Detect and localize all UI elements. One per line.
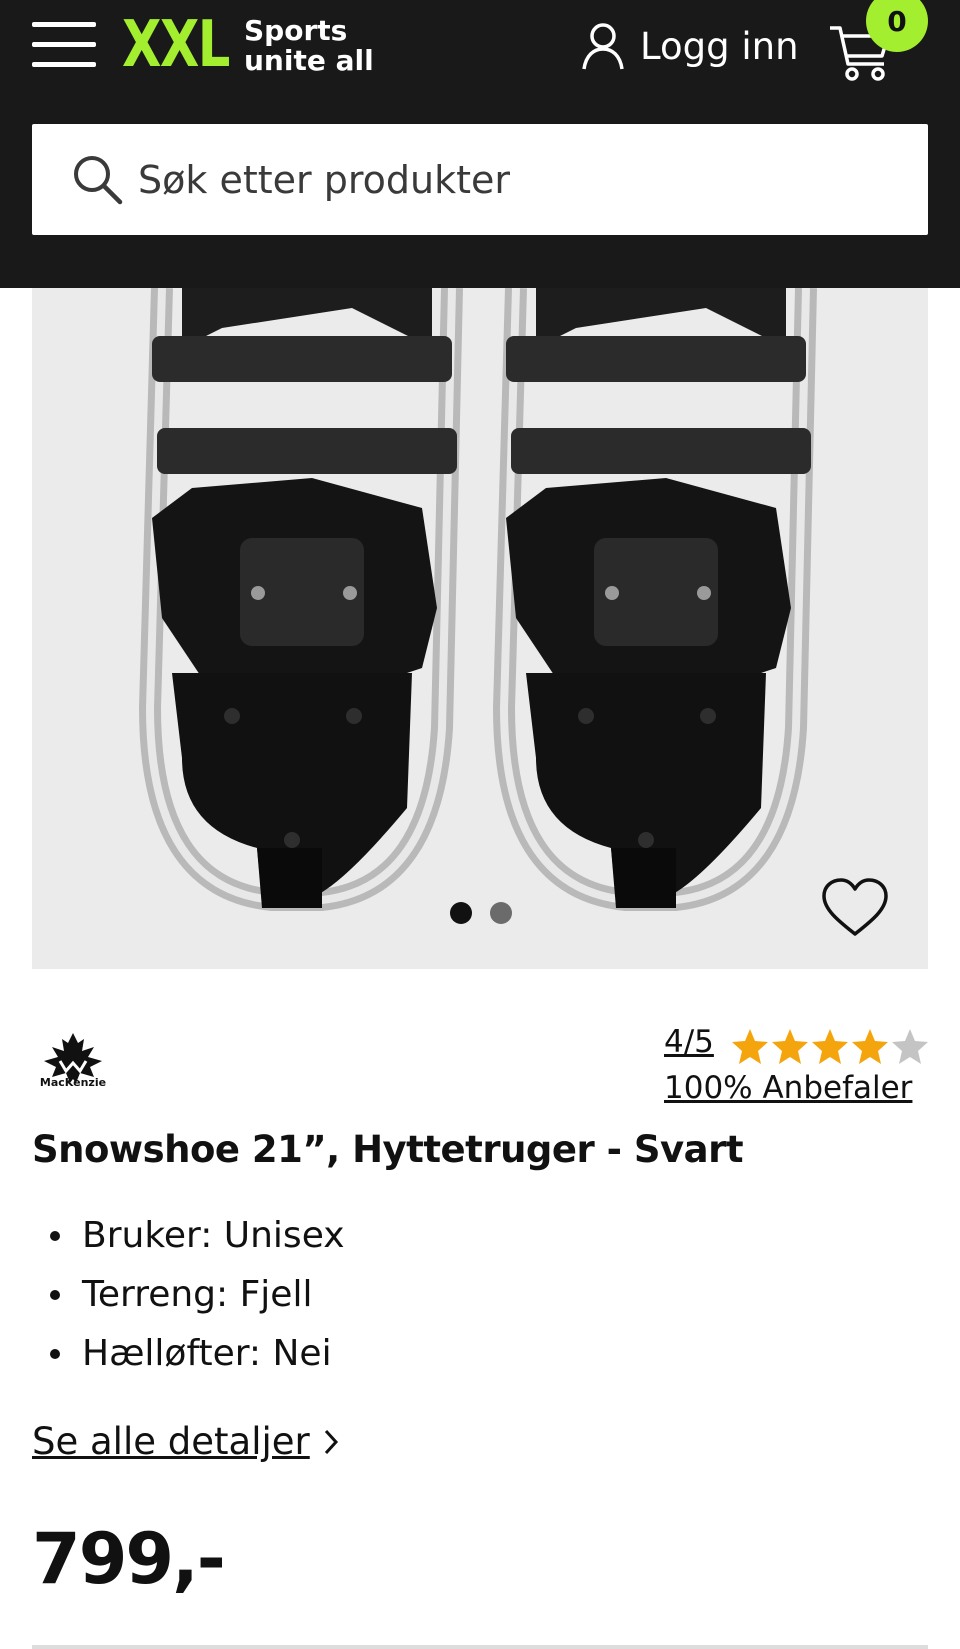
right-snowshoe — [492, 288, 817, 911]
spec-item-user: Bruker: Unisex — [50, 1206, 345, 1265]
see-all-details-label: Se alle detaljer — [32, 1420, 310, 1463]
gallery-dot-2[interactable] — [490, 902, 512, 924]
recommend-link[interactable]: 100% Anbefaler — [664, 1070, 912, 1106]
spec-item-heel-lift: Hælløfter: Nei — [50, 1324, 345, 1383]
star-icon — [812, 1029, 848, 1064]
product-image-gallery[interactable] — [32, 288, 928, 969]
bullet — [50, 1289, 60, 1300]
search-input[interactable]: Søk etter produkter — [32, 124, 928, 235]
login-button[interactable]: Logg inn — [580, 18, 799, 74]
left-snowshoe — [138, 288, 463, 911]
product-title: Snowshoe 21”, Hyttetruger - Svart — [32, 1128, 744, 1171]
spec-text: Hælløfter: Nei — [82, 1333, 332, 1374]
logo-tagline-line-2: unite all — [244, 44, 374, 77]
hamburger-menu-icon[interactable] — [32, 22, 96, 68]
spec-text: Bruker: Unisex — [82, 1215, 345, 1256]
rating-score-link[interactable]: 4/5 — [664, 1024, 714, 1060]
logo-tagline-line-1: Sports — [244, 14, 348, 47]
gallery-pagination — [450, 902, 512, 924]
rating-stars — [730, 1026, 930, 1066]
divider — [32, 1645, 928, 1649]
login-label: Logg inn — [640, 24, 799, 68]
see-all-details-link[interactable]: Se alle detaljer — [32, 1420, 340, 1463]
chevron-right-icon — [324, 1429, 338, 1454]
logo-wordmark: XXL — [122, 8, 230, 82]
search-placeholder: Søk etter produkter — [138, 157, 510, 202]
star-icon — [892, 1029, 928, 1064]
user-icon — [582, 23, 624, 70]
brand-name: MacKenzie — [39, 1076, 107, 1089]
heart-icon[interactable] — [820, 876, 890, 940]
gallery-dot-1[interactable] — [450, 902, 472, 924]
product-specs-list: Bruker: Unisex Terreng: Fjell Hælløfter:… — [50, 1206, 345, 1383]
product-image-snowshoes — [138, 288, 817, 911]
spec-item-terrain: Terreng: Fjell — [50, 1265, 345, 1324]
star-icon — [772, 1029, 808, 1064]
bullet — [50, 1230, 60, 1241]
product-price: 799,- — [32, 1518, 226, 1600]
xxl-logo[interactable]: XXL Sports unite all — [122, 8, 374, 82]
star-icon — [852, 1029, 888, 1064]
star-icon — [732, 1029, 768, 1064]
search-icon — [74, 155, 123, 204]
bullet — [50, 1348, 60, 1359]
spec-text: Terreng: Fjell — [82, 1274, 313, 1315]
site-header: XXL Sports unite all Logg inn 0 Søk ette… — [0, 0, 960, 288]
logo-tagline: Sports unite all — [244, 16, 374, 76]
